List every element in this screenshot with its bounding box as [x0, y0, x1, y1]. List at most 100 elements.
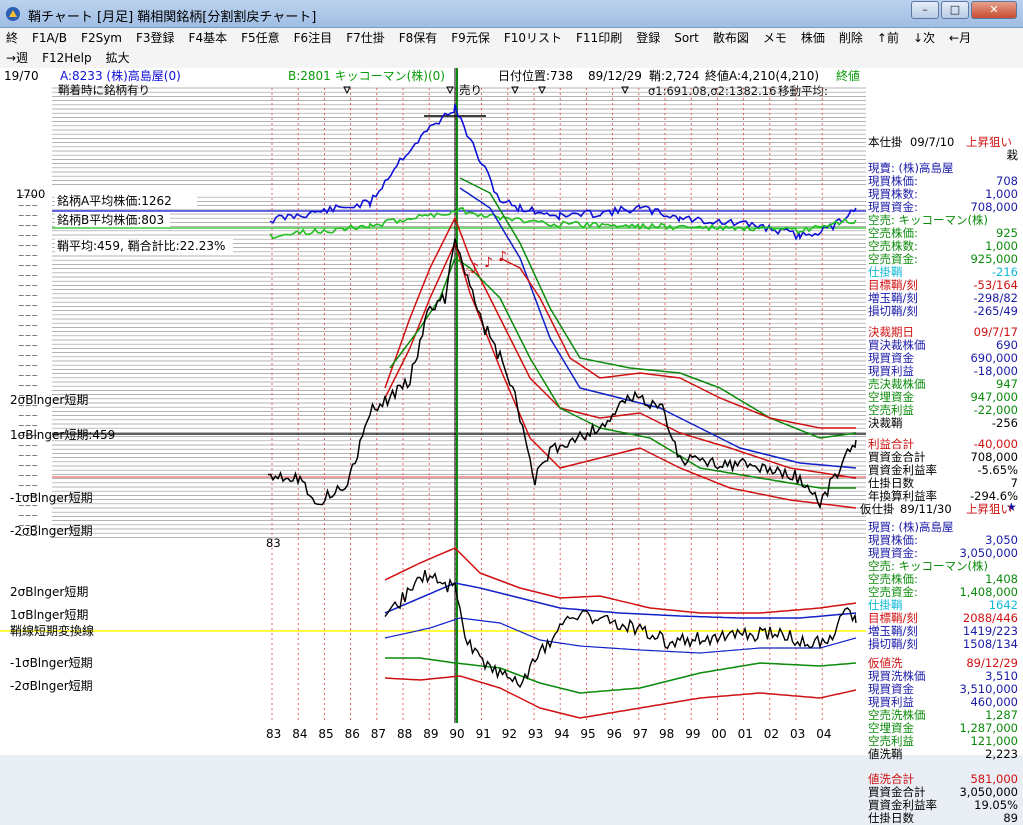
- upper-m2sigma-label: -2σBlnger短期: [10, 524, 93, 538]
- menu-item-row1-5[interactable]: F5任意: [241, 28, 280, 48]
- panel-row-value: 19.05%: [974, 798, 1018, 812]
- axis-tick-mark: ~~~: [18, 361, 38, 370]
- page-counter: 19/70: [4, 69, 39, 83]
- axis-tick-mark: ~~~: [18, 381, 38, 390]
- window-title-bar: 鞘チャート [月足] 鞘相関銘柄[分割割戻チャート] – □ ✕: [0, 0, 1023, 28]
- menu-item-row1-3[interactable]: F3登録: [136, 28, 175, 48]
- panel-row-label: 仕掛日数: [868, 811, 914, 825]
- panel-head-date: 09/7/10: [910, 135, 955, 149]
- sell-marker: 売り: [459, 83, 482, 97]
- mid-head: 仮仕掛 89/11/30 上昇狙い: [860, 502, 1018, 516]
- axis-tick-mark: ~~~: [18, 471, 38, 480]
- level-1700: 1700: [16, 187, 45, 201]
- x-axis: 83 84 85 86 87 88 89 90 91 92 93 94 95 96 97 98 99 00 01 02…: [266, 727, 831, 741]
- axis-tick-mark: ~~~: [18, 301, 38, 310]
- x-axis-label: 91: [476, 727, 491, 741]
- lower-m2sigma-label: -2σBlnger短期: [10, 679, 93, 693]
- axis-tick-mark: ~~~: [18, 261, 38, 270]
- upper-2sigma-label: 2σBlnger短期: [10, 393, 88, 407]
- panel-row-label: 買資金利益率: [868, 798, 937, 812]
- menu-item-row1-15[interactable]: メモ: [763, 28, 787, 48]
- lower-2sigma-label: 2σBlnger短期: [10, 585, 88, 599]
- x-axis-label: 84: [292, 727, 307, 741]
- axis-tick-mark: ~~~: [18, 371, 38, 380]
- axis-tick-mark: ~~~: [18, 341, 38, 350]
- x-axis-label: 89: [423, 727, 438, 741]
- mid-head-label: 仮仕掛: [860, 502, 895, 516]
- menu-item-row1-12[interactable]: 登録: [636, 28, 660, 48]
- maximize-button[interactable]: □: [941, 1, 969, 19]
- stock-a-line: [269, 104, 857, 241]
- chart-area[interactable]: 19/70 A:8233 (株)高島屋(0) B:2801 キッコーマン(株)(…: [0, 68, 1023, 825]
- menu-item-row1-11[interactable]: F11印刷: [576, 28, 622, 48]
- x-axis-label: 98: [659, 727, 674, 741]
- axis-tick-mark: ~~~: [18, 231, 38, 240]
- menu-item-row1-16[interactable]: 株価: [801, 28, 825, 48]
- menu-item-row1-17[interactable]: 削除: [839, 28, 863, 48]
- menu-item-row1-4[interactable]: F4基本: [189, 28, 228, 48]
- menu-item-row1-6[interactable]: F6注目: [294, 28, 333, 48]
- menu-item-row1-7[interactable]: F7仕掛: [346, 28, 385, 48]
- mid-head-status: 上昇狙い: [966, 502, 1012, 516]
- menu-item-row1-14[interactable]: 散布図: [713, 28, 749, 48]
- x-axis-label: 87: [371, 727, 386, 741]
- menu-item-row1-0[interactable]: 終: [6, 28, 18, 48]
- panel-row: 買資金利益率 19.05%: [868, 799, 1018, 812]
- menu-item-row1-19[interactable]: ↓次: [913, 28, 935, 48]
- axis-tick-mark: ~~~: [18, 461, 38, 470]
- menu-item-row2-0[interactable]: →週: [6, 48, 28, 68]
- menu-item-row1-18[interactable]: ↑前: [877, 28, 899, 48]
- panel-row-value: 581,000: [970, 772, 1018, 786]
- moving-average-label: 移動平均:: [778, 84, 828, 98]
- menu-item-row1-13[interactable]: Sort: [674, 28, 699, 48]
- x-axis-label: 95: [580, 727, 595, 741]
- menu-item-row1-10[interactable]: F10リスト: [504, 28, 562, 48]
- mid-head-date: 89/11/30: [900, 502, 952, 516]
- axis-tick-mark: ~~~: [18, 291, 38, 300]
- panel-row: 買資金合計 3,050,000: [868, 786, 1018, 799]
- panel-row: 値洗合計 581,000: [868, 773, 1018, 786]
- panel-row-label: 値洗合計: [868, 772, 914, 786]
- sigma-values: σ1:691.08,σ2:1382.16: [648, 84, 776, 98]
- axis-tick-mark: ~~~: [18, 251, 38, 260]
- stock-b-line: [269, 207, 857, 240]
- panel-head: 本仕掛 09/7/10 上昇狙い: [868, 136, 1018, 149]
- minimize-button[interactable]: –: [911, 1, 939, 19]
- axis-tick-mark: ~~~: [18, 211, 38, 220]
- axis-tick-mark: ~~~: [18, 221, 38, 230]
- upper-m1sigma-label: -1σBlnger短期: [10, 491, 93, 505]
- panel-head-status: 上昇狙い: [966, 135, 1012, 149]
- menu-item-row1-1[interactable]: F1A/B: [32, 28, 67, 48]
- axis-tick-mark: ~~~: [18, 511, 38, 520]
- signal-note-icon: ♪: [484, 255, 493, 271]
- axis-tick-mark: ~~~: [18, 321, 38, 330]
- x-axis-label: 86: [345, 727, 360, 741]
- lower-band-minus2: [384, 675, 857, 719]
- signal-note-icon: ♪: [498, 249, 507, 265]
- menu-item-row2-2[interactable]: 拡大: [106, 48, 130, 68]
- menu-bar: 終 F1A/B F2Sym F3登録 F4基本 F5任意 F6注目 F7仕掛 F8保有 F9元保 F…: [0, 28, 1023, 69]
- menu-item-row1-20[interactable]: ←月: [949, 28, 971, 48]
- menu-item-row1-9[interactable]: F9元保: [451, 28, 490, 48]
- panel-row: 決裁鞘 -256: [868, 417, 1018, 430]
- x-axis-label: 00: [711, 727, 726, 741]
- menu-item-row2-1[interactable]: F12Help: [42, 48, 92, 68]
- axis-tick-mark: ~~~: [18, 271, 38, 280]
- axis-tick-mark: ~~~: [18, 441, 38, 450]
- x-axis-label: 02: [764, 727, 779, 741]
- chart-grid: ~~~~~~~~~~~~~~~~~~~~~~~~~~~~~~~~~~~~~~~~…: [0, 68, 866, 723]
- axis-tick-mark: ~~~: [18, 451, 38, 460]
- panel-row: 損切鞘/刻 1508/134: [868, 638, 1018, 651]
- axis-tick-mark: ~~~: [18, 281, 38, 290]
- panel-row-value: 1508/134: [962, 637, 1018, 651]
- x-axis-label: 90: [449, 727, 464, 741]
- close-button[interactable]: ✕: [971, 1, 1017, 19]
- panel-row-label: 損切鞘/刻: [868, 304, 918, 318]
- conversion-line-label: 鞘線短期変換線: [10, 623, 94, 638]
- menu-item-row1-8[interactable]: F8保有: [399, 28, 438, 48]
- panel-row-value: -256: [991, 416, 1018, 430]
- close-a: 終値A:4,210(4,210): [705, 68, 819, 83]
- panel-row-value: 89: [1003, 811, 1018, 825]
- menu-item-row1-2[interactable]: F2Sym: [81, 28, 122, 48]
- menu-row-1: 終 F1A/B F2Sym F3登録 F4基本 F5任意 F6注目 F7仕掛 F8保有 F9元保 F…: [6, 28, 985, 48]
